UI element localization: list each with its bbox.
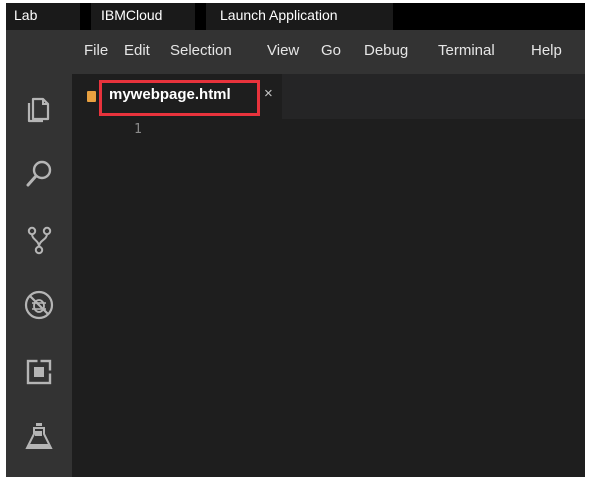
code-editor[interactable]: 1	[72, 119, 585, 477]
html-file-icon	[87, 91, 96, 102]
lab-tab-launch-application[interactable]: Launch Application	[206, 3, 393, 30]
tab-close-icon[interactable]: ×	[264, 84, 278, 104]
editor-tab-strip: mywebpage.html ×	[72, 74, 585, 119]
menu-terminal[interactable]: Terminal	[438, 30, 495, 74]
activity-bar	[6, 74, 72, 477]
search-icon[interactable]	[22, 157, 56, 191]
extensions-icon[interactable]	[22, 355, 56, 389]
menu-debug[interactable]: Debug	[364, 30, 408, 74]
lab-tab-bar: Lab IBMCloud Launch Application	[6, 3, 585, 30]
menu-edit[interactable]: Edit	[124, 30, 150, 74]
ide-window: Lab IBMCloud Launch Application File Edi…	[6, 3, 585, 477]
menu-help[interactable]: Help	[531, 30, 562, 74]
menu-bar: File Edit Selection View Go Debug Termin…	[6, 30, 585, 74]
lab-tab-ibmcloud[interactable]: IBMCloud	[91, 3, 195, 30]
lab-flask-icon[interactable]	[22, 420, 56, 454]
lab-tab-lab[interactable]: Lab	[6, 3, 80, 30]
menu-view[interactable]: View	[267, 30, 299, 74]
files-icon[interactable]	[22, 90, 56, 124]
menu-file[interactable]: File	[84, 30, 108, 74]
editor-tab-mywebpage[interactable]: mywebpage.html ×	[72, 74, 282, 119]
menu-go[interactable]: Go	[321, 30, 341, 74]
menu-selection[interactable]: Selection	[170, 30, 232, 74]
editor-tab-filename[interactable]: mywebpage.html	[109, 86, 231, 103]
source-control-icon[interactable]	[22, 223, 56, 257]
debug-icon[interactable]	[22, 288, 56, 322]
line-number: 1	[134, 122, 142, 137]
